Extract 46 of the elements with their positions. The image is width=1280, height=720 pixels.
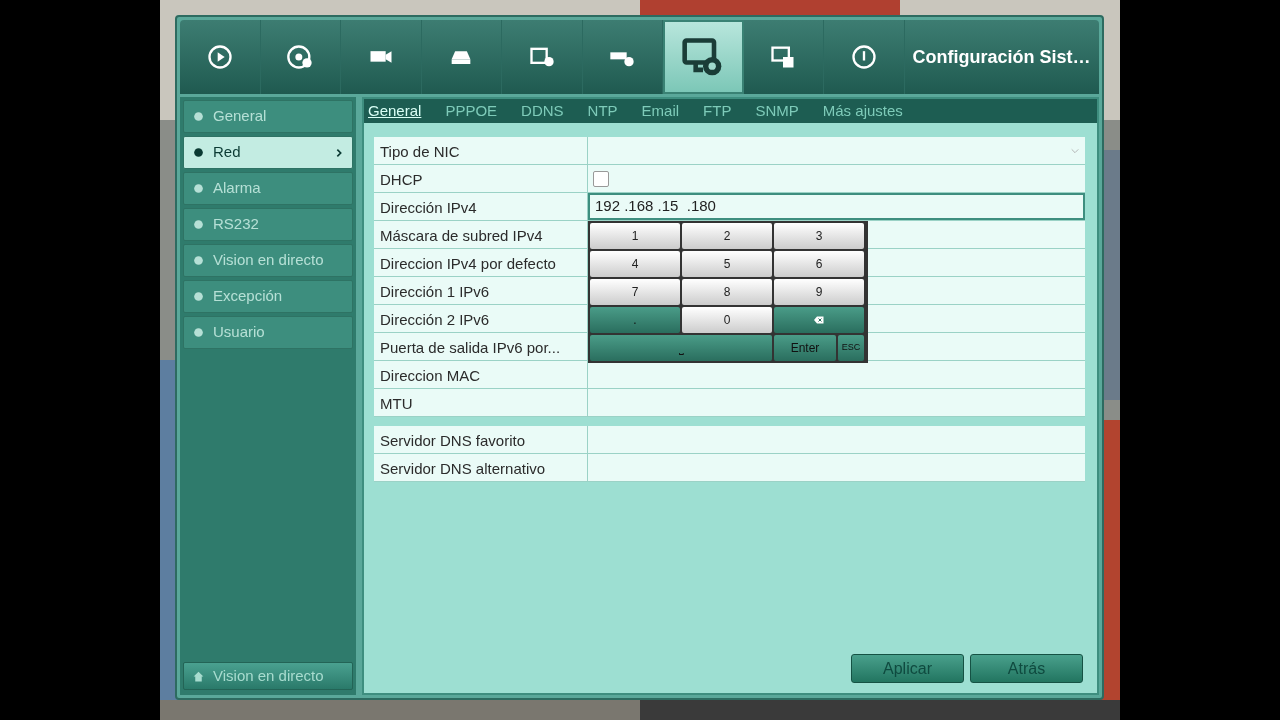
key[interactable]: 6 (774, 251, 864, 277)
field-label: Dirección 1 IPv6 (374, 277, 588, 304)
field-label: Direccion MAC (374, 361, 588, 388)
field-label: Puerta de salida IPv6 por... (374, 333, 588, 360)
menu-title: Configuración Sist… (911, 45, 1091, 69)
action-button[interactable]: Aplicar (851, 654, 964, 683)
sidebar-item[interactable]: RS232 (183, 208, 353, 241)
tab[interactable]: General (368, 99, 434, 123)
key[interactable]: 9 (774, 279, 864, 305)
tab[interactable]: Email (641, 99, 692, 123)
key[interactable]: ESC (838, 335, 864, 361)
key[interactable]: 0 (682, 307, 772, 333)
tab[interactable]: Más ajustes (822, 99, 915, 123)
field-label: Servidor DNS alternativo (374, 454, 588, 481)
field-label: Máscara de subred IPv4 (374, 221, 588, 248)
field-label: Direccion IPv4 por defecto (374, 249, 588, 276)
tab[interactable]: PPPOE (445, 99, 510, 123)
key[interactable]: 3 (774, 223, 864, 249)
sidebar-item[interactable]: Vision en directo (183, 244, 353, 277)
key[interactable]: 1 (590, 223, 680, 249)
tab[interactable]: SNMP (755, 99, 811, 123)
field-label: Dirección 2 IPv6 (374, 305, 588, 332)
input-field[interactable]: 192 .168 .15 .180 (588, 193, 1085, 220)
field-label: MTU (374, 389, 588, 416)
field-label: DHCP (374, 165, 588, 192)
sidebar-item[interactable]: Usuario (183, 316, 353, 349)
key[interactable]: 4 (590, 251, 680, 277)
tab[interactable]: NTP (587, 99, 630, 123)
sidebar-item[interactable]: General (183, 100, 353, 133)
field-label: Tipo de NIC (374, 137, 588, 164)
action-button[interactable]: Atrás (970, 654, 1083, 683)
key[interactable]: ⎵ (590, 335, 772, 361)
field-label: Servidor DNS favorito (374, 426, 588, 453)
key[interactable]: 8 (682, 279, 772, 305)
key[interactable]: 2 (682, 223, 772, 249)
sidebar-item[interactable]: Excepción (183, 280, 353, 313)
key[interactable]: . (590, 307, 680, 333)
field-label: Dirección IPv4 (374, 193, 588, 220)
tab[interactable]: FTP (703, 99, 744, 123)
sidebar-item[interactable]: Alarma (183, 172, 353, 205)
key[interactable]: 5 (682, 251, 772, 277)
sidebar-item[interactable]: Red (183, 136, 353, 169)
key[interactable]: 7 (590, 279, 680, 305)
live-view-button[interactable]: Vision en directo (183, 662, 353, 690)
tab[interactable]: DDNS (521, 99, 576, 123)
key[interactable]: Enter (774, 335, 836, 361)
